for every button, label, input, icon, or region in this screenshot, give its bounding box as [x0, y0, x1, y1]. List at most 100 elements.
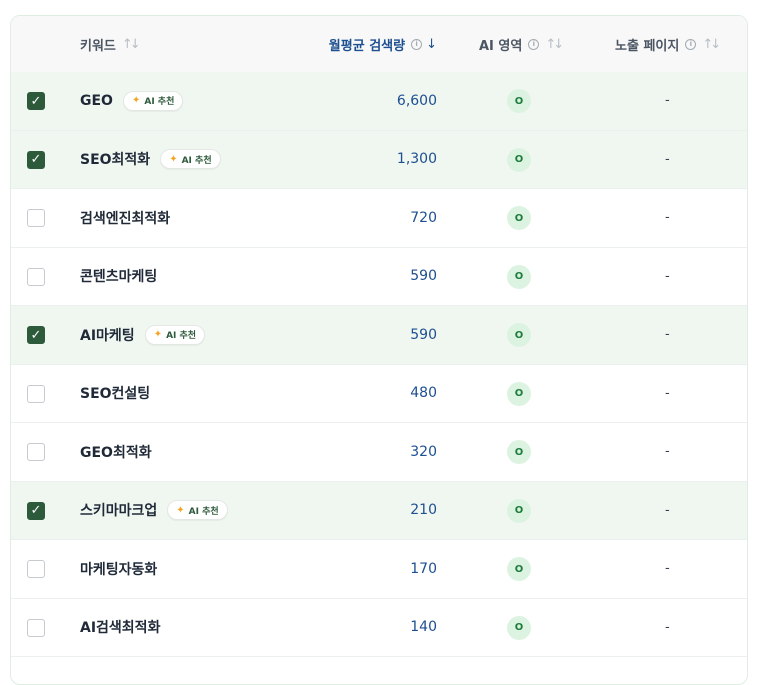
keyword-cell: 검색엔진최적화	[80, 189, 170, 247]
row-checkbox[interactable]	[27, 618, 45, 637]
table-row[interactable]: ✓ 스키마마크업 ✦ AI 추천 210 O -	[11, 481, 747, 540]
keyword-cell: GEO ✦ AI 추천	[80, 72, 184, 130]
checkmark-icon: ✓	[30, 93, 42, 109]
volume-cell: 1,300	[396, 151, 437, 168]
sort-updown-icon[interactable]: ↑↓	[122, 37, 141, 52]
exposure-cell: -	[665, 561, 670, 577]
ai-area-indicator: O	[507, 615, 531, 640]
ai-recommend-badge: ✦ AI 추천	[167, 500, 228, 521]
exposure-cell: -	[665, 444, 670, 460]
info-icon[interactable]: i	[411, 38, 423, 50]
keyword-text: AI검색최적화	[80, 620, 161, 637]
volume-cell: 590	[410, 268, 437, 285]
keyword-text: 스키마마크업	[80, 503, 158, 520]
ai-recommend-label: AI 추천	[188, 506, 219, 517]
keyword-text: GEO최적화	[80, 444, 152, 461]
ai-recommend-label: AI 추천	[181, 155, 212, 166]
keyword-cell: 스키마마크업 ✦ AI 추천	[80, 482, 228, 540]
checkmark-icon: ✓	[30, 152, 42, 167]
table-row[interactable]: 콘텐츠마케팅 590 O -	[11, 247, 747, 306]
ai-area-indicator: O	[507, 557, 531, 581]
ai-recommend-label: AI 추천	[144, 97, 175, 108]
row-checkbox[interactable]: ✓	[27, 326, 45, 344]
table-row[interactable]: AI검색최적화 140 O -	[11, 598, 747, 657]
ai-area-indicator: O	[507, 381, 531, 406]
ai-area-indicator: O	[507, 89, 531, 113]
table-row[interactable]: SEO컨설팅 480 O -	[11, 364, 747, 423]
sort-down-icon[interactable]: ↓	[426, 37, 437, 52]
exposure-cell: -	[665, 151, 670, 167]
table-row[interactable]: ✓ SEO최적화 ✦ AI 추천 1,300 O -	[11, 130, 747, 189]
row-checkbox[interactable]: ✓	[27, 92, 45, 110]
info-icon[interactable]: i	[528, 38, 540, 50]
keyword-text: SEO최적화	[80, 152, 151, 169]
ai-area-indicator: O	[507, 323, 531, 347]
keyword-cell: SEO컨설팅	[80, 365, 150, 423]
row-checkbox[interactable]	[27, 384, 45, 403]
ai-area-indicator: O	[507, 264, 531, 289]
table-row[interactable]: 마케팅자동화 170 O -	[11, 540, 747, 599]
exposure-cell: -	[665, 385, 670, 401]
keyword-cell: GEO최적화	[80, 423, 152, 481]
header-volume[interactable]: 월평균 검색량 i ↓	[329, 16, 437, 72]
ai-recommend-badge: ✦ AI 추천	[144, 324, 206, 345]
keyword-text: AI마케팅	[80, 327, 135, 344]
exposure-cell: -	[665, 93, 670, 109]
exposure-cell: -	[665, 210, 670, 226]
keyword-cell: 콘텐츠마케팅	[80, 248, 157, 306]
volume-cell: 210	[410, 502, 437, 519]
ai-recommend-badge: ✦ AI 추천	[122, 90, 184, 111]
sparkle-icon: ✦	[176, 504, 185, 516]
volume-cell: 140	[410, 619, 437, 636]
info-icon[interactable]: i	[685, 38, 697, 50]
row-checkbox[interactable]	[27, 209, 45, 227]
keyword-cell: SEO최적화 ✦ AI 추천	[80, 131, 221, 189]
keyword-table: 키워드 ↑↓ 월평균 검색량 i ↓ AI 영역 i ↑↓ 노출 페이지 i ↑…	[10, 15, 748, 685]
keyword-cell: 마케팅자동화	[80, 540, 157, 598]
volume-cell: 170	[410, 560, 437, 577]
table-row[interactable]: GEO최적화 320 O -	[11, 423, 747, 482]
header-exposure-label: 노출 페이지	[615, 38, 680, 54]
keyword-text: 콘텐츠마케팅	[80, 269, 158, 286]
volume-cell: 320	[410, 443, 437, 460]
table-row[interactable]: ✓ GEO ✦ AI 추천 6,600 O -	[11, 72, 747, 131]
checkmark-icon: ✓	[30, 327, 42, 343]
sparkle-icon: ✦	[153, 329, 163, 341]
volume-cell: 590	[410, 326, 437, 343]
keyword-text: 검색엔진최적화	[80, 210, 171, 227]
ai-area-indicator: O	[507, 147, 531, 172]
row-checkbox[interactable]: ✓	[27, 150, 45, 169]
ai-recommend-label: AI 추천	[166, 331, 197, 342]
ai-recommend-badge: ✦ AI 추천	[160, 149, 221, 170]
sort-updown-icon[interactable]: ↑↓	[545, 37, 564, 52]
exposure-cell: -	[665, 268, 670, 284]
exposure-cell: -	[665, 502, 670, 518]
exposure-cell: -	[665, 619, 670, 635]
table-body: ✓ GEO ✦ AI 추천 6,600 O - ✓ SEO최적화 ✦ AI 추천 1,300 O - 검색엔…	[11, 72, 747, 657]
header-keyword-label: 키워드	[80, 38, 116, 54]
table-row[interactable]: ✓ AI마케팅 ✦ AI 추천 590 O -	[11, 306, 747, 365]
row-checkbox[interactable]: ✓	[27, 501, 45, 520]
row-checkbox[interactable]	[27, 560, 45, 578]
row-checkbox[interactable]	[27, 267, 45, 286]
header-ai-area[interactable]: AI 영역 i ↑↓	[479, 16, 564, 72]
ai-area-indicator: O	[507, 440, 531, 464]
header-keyword[interactable]: 키워드 ↑↓	[80, 16, 141, 72]
volume-cell: 480	[410, 385, 437, 402]
volume-cell: 720	[410, 209, 437, 226]
table-row[interactable]: 검색엔진최적화 720 O -	[11, 189, 747, 248]
keyword-cell: AI검색최적화	[80, 599, 160, 657]
sparkle-icon: ✦	[131, 95, 141, 107]
header-volume-label: 월평균 검색량	[328, 38, 406, 54]
sort-updown-icon[interactable]: ↑↓	[702, 37, 721, 52]
ai-area-indicator: O	[507, 206, 531, 230]
sparkle-icon: ✦	[169, 153, 178, 165]
row-checkbox[interactable]	[27, 443, 45, 461]
header-exposure[interactable]: 노출 페이지 i ↑↓	[615, 16, 721, 72]
header-ai-area-label: AI 영역	[479, 38, 523, 54]
volume-cell: 6,600	[396, 92, 437, 109]
table-header: 키워드 ↑↓ 월평균 검색량 i ↓ AI 영역 i ↑↓ 노출 페이지 i ↑…	[11, 16, 747, 73]
keyword-text: SEO컨설팅	[80, 386, 151, 403]
exposure-cell: -	[665, 327, 670, 343]
checkmark-icon: ✓	[30, 503, 42, 518]
